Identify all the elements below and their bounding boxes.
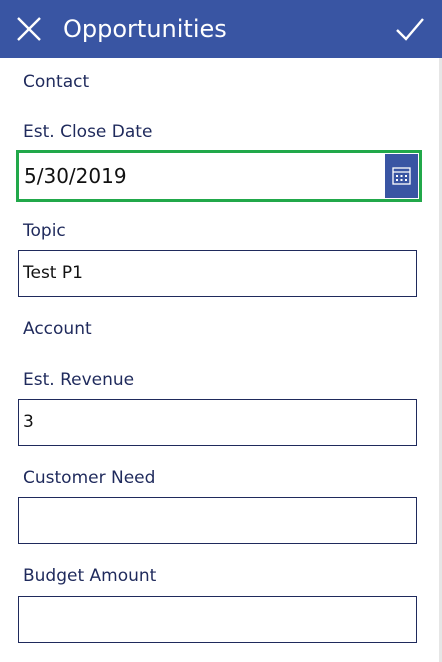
revenue-value: 3	[23, 412, 34, 432]
contact-label: Contact	[23, 72, 90, 92]
close-date-picker[interactable]: 5/30/2019	[16, 150, 422, 202]
topic-value: Test P1	[23, 263, 83, 283]
checkmark-icon	[396, 18, 424, 41]
account-label: Account	[23, 319, 92, 339]
calendar-icon	[392, 167, 411, 185]
topic-label: Topic	[23, 221, 66, 241]
customer-need-input[interactable]	[18, 497, 417, 544]
budget-input[interactable]	[18, 596, 417, 643]
revenue-label: Est. Revenue	[23, 370, 135, 390]
page-title: Opportunities	[63, 15, 227, 43]
close-date-input[interactable]: 5/30/2019	[24, 153, 127, 199]
calendar-button[interactable]	[385, 154, 418, 198]
close-icon	[17, 17, 41, 41]
app-header: Opportunities	[0, 0, 442, 58]
customer-need-label: Customer Need	[23, 468, 156, 488]
submit-button[interactable]	[394, 14, 426, 44]
budget-label: Budget Amount	[23, 566, 157, 586]
close-date-label: Est. Close Date	[23, 122, 153, 142]
close-button[interactable]	[14, 14, 44, 44]
revenue-input[interactable]: 3	[18, 399, 417, 446]
topic-input[interactable]: Test P1	[18, 250, 417, 297]
